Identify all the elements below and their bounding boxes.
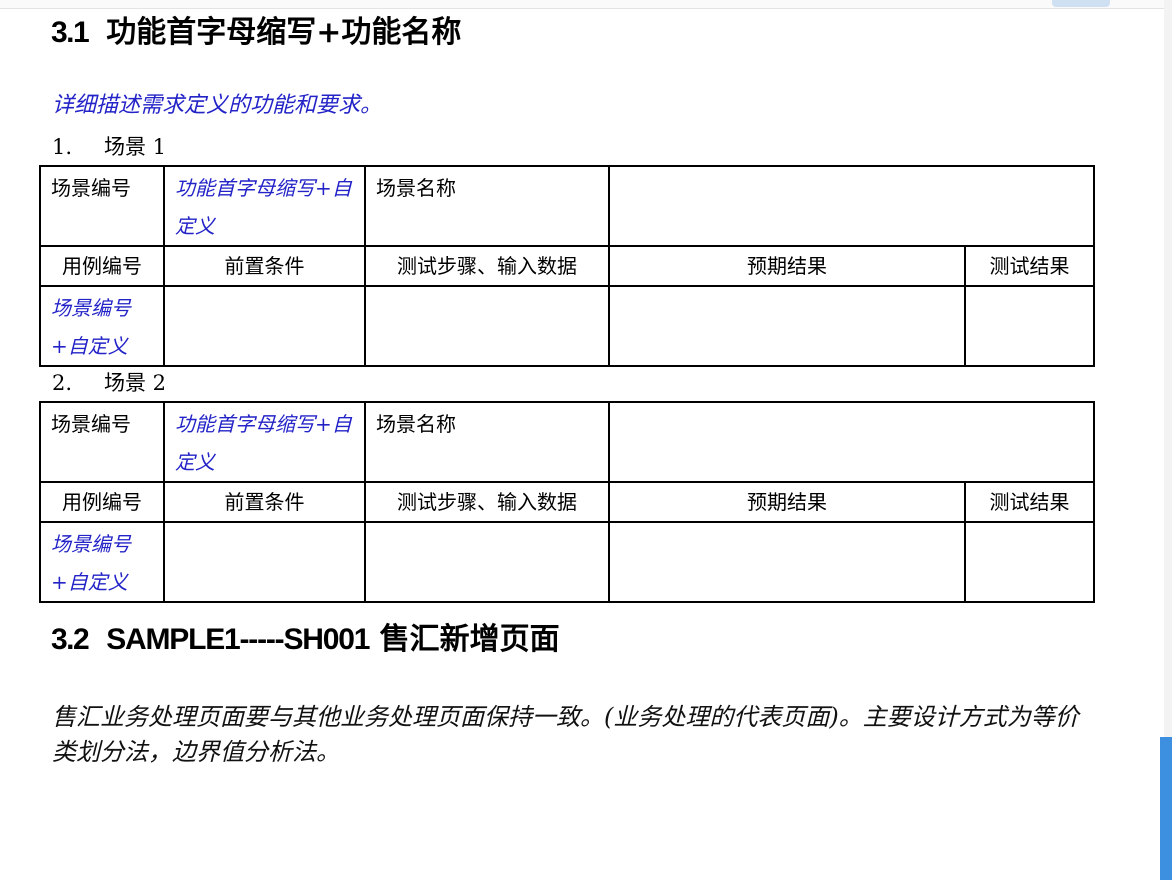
expected-cell bbox=[608, 521, 966, 603]
scene-label-2: 2. 场景 2 bbox=[52, 368, 166, 398]
section-number: 3.2 bbox=[51, 623, 90, 656]
scene-table-1: 场景编号 功能首字母缩写+自定义 场景名称 用例编号 前置条件 测试步骤、输入数… bbox=[39, 165, 1095, 367]
scene-name-value bbox=[608, 165, 1095, 247]
section-heading-3-1: 3.1 功能首字母缩写+功能名称 bbox=[51, 13, 461, 53]
header-precondition: 前置条件 bbox=[163, 245, 366, 287]
header-steps: 测试步骤、输入数据 bbox=[364, 245, 610, 287]
header-result: 测试结果 bbox=[964, 245, 1095, 287]
scene-name-label: 场景名称 bbox=[364, 165, 610, 247]
header-case-no: 用例编号 bbox=[39, 245, 165, 287]
header-precondition: 前置条件 bbox=[163, 481, 366, 523]
header-case-no: 用例编号 bbox=[39, 481, 165, 523]
case-no-cell: 场景编号+自定义 bbox=[39, 285, 165, 367]
scene-name-value bbox=[608, 401, 1095, 483]
header-steps: 测试步骤、输入数据 bbox=[364, 481, 610, 523]
scene-label-1: 1. 场景 1 bbox=[52, 132, 166, 162]
table-row: 场景编号+自定义 bbox=[39, 521, 1095, 603]
table-row: 场景编号 功能首字母缩写+自定义 场景名称 bbox=[39, 401, 1095, 483]
precondition-cell bbox=[163, 521, 366, 603]
section-body-text: 售汇业务处理页面要与其他业务处理页面保持一致。(业务处理的代表页面)。主要设计方… bbox=[52, 703, 1079, 766]
vertical-scrollbar-thumb[interactable] bbox=[1160, 737, 1172, 880]
scene-no-value: 功能首字母缩写+自定义 bbox=[163, 165, 366, 247]
section-code: SAMPLE1-----SH001 bbox=[106, 623, 370, 656]
section-title: 售汇新增页面 bbox=[379, 622, 560, 657]
section-description: 详细描述需求定义的功能和要求。 bbox=[52, 93, 383, 118]
scene-no-value: 功能首字母缩写+自定义 bbox=[163, 401, 366, 483]
header-result: 测试结果 bbox=[964, 481, 1095, 523]
section-heading-3-2: 3.2 SAMPLE1-----SH001 售汇新增页面 bbox=[51, 620, 560, 660]
table-row: 场景编号+自定义 bbox=[39, 285, 1095, 367]
expected-cell bbox=[608, 285, 966, 367]
scene-title: 场景 2 bbox=[104, 371, 167, 395]
section-number: 3.1 bbox=[51, 16, 90, 49]
top-tab-indicator[interactable] bbox=[1052, 0, 1110, 7]
scene-index: 2. bbox=[52, 371, 73, 395]
scene-no-label: 场景编号 bbox=[39, 401, 165, 483]
table-header-row: 用例编号 前置条件 测试步骤、输入数据 预期结果 测试结果 bbox=[39, 245, 1095, 287]
scene-no-label: 场景编号 bbox=[39, 165, 165, 247]
case-no-cell: 场景编号+自定义 bbox=[39, 521, 165, 603]
scene-table-2: 场景编号 功能首字母缩写+自定义 场景名称 用例编号 前置条件 测试步骤、输入数… bbox=[39, 401, 1095, 603]
scene-title: 场景 1 bbox=[104, 135, 167, 159]
section-title: 功能首字母缩写+功能名称 bbox=[106, 15, 462, 50]
result-cell bbox=[964, 285, 1095, 367]
scene-name-label: 场景名称 bbox=[364, 401, 610, 483]
header-expected: 预期结果 bbox=[608, 481, 966, 523]
steps-cell bbox=[364, 521, 610, 603]
header-expected: 预期结果 bbox=[608, 245, 966, 287]
scene-index: 1. bbox=[52, 135, 73, 159]
steps-cell bbox=[364, 285, 610, 367]
top-toolbar-strip bbox=[0, 0, 1172, 9]
precondition-cell bbox=[163, 285, 366, 367]
result-cell bbox=[964, 521, 1095, 603]
table-row: 场景编号 功能首字母缩写+自定义 场景名称 bbox=[39, 165, 1095, 247]
table-header-row: 用例编号 前置条件 测试步骤、输入数据 预期结果 测试结果 bbox=[39, 481, 1095, 523]
